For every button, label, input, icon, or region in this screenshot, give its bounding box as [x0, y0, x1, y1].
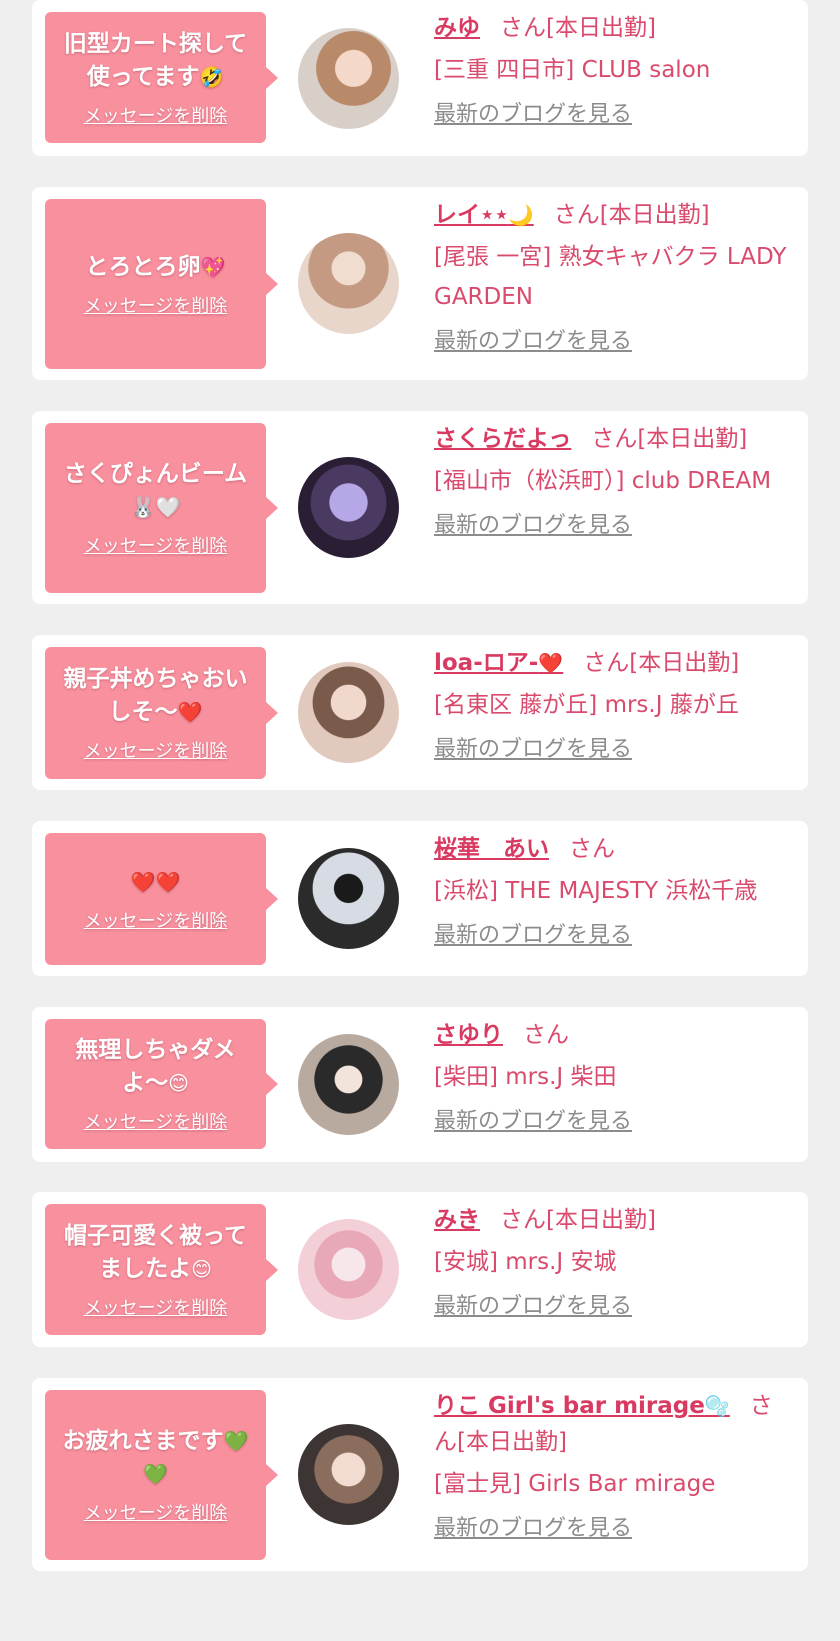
delete-message-link[interactable]: メッセージを削除	[84, 907, 228, 933]
delete-message-link[interactable]: メッセージを削除	[84, 1108, 228, 1134]
cast-info: 桜華 あい さん [浜松] THE MAJESTY 浜松千歳 最新のブログを見る	[434, 831, 794, 949]
cast-info: さくらだよっ さん[本日出勤] [福山市（松浜町）] club DREAM 最新の…	[434, 421, 794, 539]
shop-info: [尾張 一宮] 熟女キャバクラ LADY GARDEN	[434, 244, 787, 310]
latest-blog-link[interactable]: 最新のブログを見る	[434, 731, 632, 763]
message-text: ❤️❤️	[131, 866, 181, 899]
cast-name-link[interactable]: みき	[434, 1207, 480, 1233]
cast-name-link[interactable]: さゆり	[434, 1022, 503, 1048]
avatar[interactable]	[298, 662, 399, 763]
delete-message-link[interactable]: メッセージを削除	[84, 1294, 228, 1320]
honorific-status: さん[本日出勤]	[583, 650, 740, 676]
message-bubble: とろとろ卵💖 メッセージを削除	[45, 199, 278, 369]
message-bubble: お疲れさまです💚💚 メッセージを削除	[45, 1390, 278, 1560]
latest-blog-link[interactable]: 最新のブログを見る	[434, 1103, 632, 1135]
name-emoji: 🌙	[508, 203, 534, 227]
cast-name-link[interactable]: りこ Girl's bar mirage🫧	[434, 1393, 730, 1419]
avatar[interactable]	[298, 233, 399, 334]
message-bubble: 親子丼めちゃおいしそ〜❤️ メッセージを削除	[45, 647, 278, 779]
delete-message-link[interactable]: メッセージを削除	[84, 102, 228, 128]
message-text: 旧型カート探して使ってます🤣	[63, 30, 248, 90]
honorific-status: さん[本日出勤]	[500, 15, 656, 41]
cast-info: さゆり さん [柴田] mrs.J 柴田 最新のブログを見る	[434, 1017, 794, 1135]
name-emoji: ❤️	[538, 651, 564, 675]
message-text: 親子丼めちゃおいしそ〜❤️	[63, 666, 248, 725]
avatar[interactable]	[298, 1219, 399, 1320]
message-bubble: さくぴょんビーム🐰🤍 メッセージを削除	[45, 423, 278, 593]
shop-info: [安城] mrs.J 安城	[434, 1249, 617, 1275]
message-card: 帽子可愛く被ってましたよ😊 メッセージを削除 みき さん[本日出勤] [安城] m…	[32, 1192, 808, 1347]
message-bubble: ❤️❤️ メッセージを削除	[45, 833, 278, 965]
cast-info: みき さん[本日出勤] [安城] mrs.J 安城 最新のブログを見る	[434, 1202, 794, 1320]
avatar[interactable]	[298, 1034, 399, 1135]
avatar[interactable]	[298, 28, 399, 129]
latest-blog-link[interactable]: 最新のブログを見る	[434, 323, 632, 355]
message-bubble: 帽子可愛く被ってましたよ😊 メッセージを削除	[45, 1204, 278, 1335]
avatar[interactable]	[298, 1424, 399, 1525]
cast-name-link[interactable]: 桜華 あい	[434, 836, 549, 862]
cast-info: loa-ロア-❤️ さん[本日出勤] [名東区 藤が丘] mrs.J 藤が丘 最新…	[434, 645, 794, 763]
avatar[interactable]	[298, 457, 399, 558]
message-card: とろとろ卵💖 メッセージを削除 レイ⋆⋆🌙 さん[本日出勤] [尾張 一宮] 熟女…	[32, 187, 808, 380]
shop-info: [三重 四日市] CLUB salon	[434, 57, 711, 83]
message-text: お疲れさまです💚💚	[62, 1428, 249, 1486]
message-card: さくぴょんビーム🐰🤍 メッセージを削除 さくらだよっ さん[本日出勤] [福山市（…	[32, 411, 808, 604]
message-card: 旧型カート探して使ってます🤣 メッセージを削除 みゆ さん[本日出勤] [三重 四…	[32, 0, 808, 156]
latest-blog-link[interactable]: 最新のブログを見る	[434, 1288, 632, 1320]
shop-info: [名東区 藤が丘] mrs.J 藤が丘	[434, 692, 739, 718]
message-bubble: 旧型カート探して使ってます🤣 メッセージを削除	[45, 12, 278, 143]
latest-blog-link[interactable]: 最新のブログを見る	[434, 96, 632, 128]
honorific-status: さん	[569, 836, 615, 862]
message-card: お疲れさまです💚💚 メッセージを削除 りこ Girl's bar mirage🫧…	[32, 1378, 808, 1571]
message-list: 旧型カート探して使ってます🤣 メッセージを削除 みゆ さん[本日出勤] [三重 四…	[0, 0, 840, 1641]
latest-blog-link[interactable]: 最新のブログを見る	[434, 1510, 632, 1542]
cast-name-link[interactable]: みゆ	[434, 15, 480, 41]
avatar[interactable]	[298, 848, 399, 949]
cast-name-link[interactable]: レイ⋆⋆🌙	[434, 202, 534, 228]
message-card: ❤️❤️ メッセージを削除 桜華 あい さん [浜松] THE MAJESTY 浜…	[32, 821, 808, 976]
message-card: 無理しちゃダメよ〜😊 メッセージを削除 さゆり さん [柴田] mrs.J 柴田 …	[32, 1007, 808, 1162]
message-text: 帽子可愛く被ってましたよ😊	[64, 1222, 247, 1282]
message-text: さくぴょんビーム🐰🤍	[63, 461, 248, 519]
honorific-status: さん[本日出勤]	[553, 202, 710, 228]
message-text: とろとろ卵💖	[85, 253, 226, 280]
cast-info: みゆ さん[本日出勤] [三重 四日市] CLUB salon 最新のブログを見る	[434, 10, 794, 128]
message-emoji: 🐰🤍	[130, 495, 181, 519]
shop-info: [富士見] Girls Bar mirage	[434, 1471, 716, 1497]
message-emoji: ❤️❤️	[130, 869, 181, 894]
latest-blog-link[interactable]: 最新のブログを見る	[434, 917, 632, 949]
shop-info: [浜松] THE MAJESTY 浜松千歳	[434, 878, 758, 904]
shop-info: [福山市（松浜町）] club DREAM	[434, 468, 772, 494]
message-card: 親子丼めちゃおいしそ〜❤️ メッセージを削除 loa-ロア-❤️ さん[本日出勤]…	[32, 635, 808, 790]
message-emoji: ❤️	[177, 700, 203, 724]
honorific-status: さん[本日出勤]	[591, 426, 748, 452]
message-bubble: 無理しちゃダメよ〜😊 メッセージを削除	[45, 1019, 278, 1149]
delete-message-link[interactable]: メッセージを削除	[84, 532, 228, 558]
name-emoji: 🫧	[704, 1394, 730, 1418]
latest-blog-link[interactable]: 最新のブログを見る	[434, 507, 632, 539]
cast-info: レイ⋆⋆🌙 さん[本日出勤] [尾張 一宮] 熟女キャバクラ LADY GARDE…	[434, 197, 794, 355]
message-emoji: 😊	[168, 1071, 189, 1095]
delete-message-link[interactable]: メッセージを削除	[84, 292, 228, 318]
honorific-status: さん[本日出勤]	[500, 1207, 656, 1233]
message-text: 無理しちゃダメよ〜😊	[75, 1037, 236, 1096]
message-emoji: 💖	[200, 254, 226, 279]
delete-message-link[interactable]: メッセージを削除	[84, 737, 228, 763]
message-emoji: 🤣	[199, 64, 225, 89]
cast-name-link[interactable]: loa-ロア-❤️	[434, 650, 563, 676]
delete-message-link[interactable]: メッセージを削除	[84, 1499, 228, 1525]
cast-info: りこ Girl's bar mirage🫧 さん[本日出勤] [富士見] Girl…	[434, 1388, 794, 1542]
shop-info: [柴田] mrs.J 柴田	[434, 1064, 617, 1090]
message-emoji: 😊	[191, 1256, 212, 1281]
honorific-status: さん	[523, 1022, 569, 1048]
cast-name-link[interactable]: さくらだよっ	[434, 426, 571, 452]
